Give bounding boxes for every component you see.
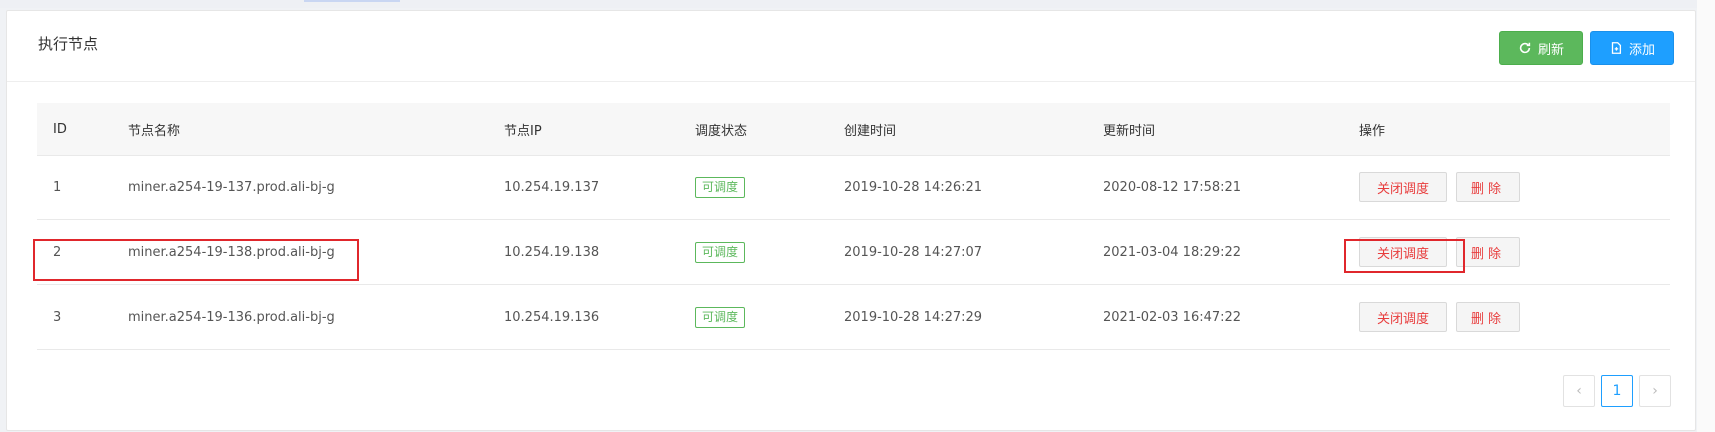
- delete-button[interactable]: 删除: [1456, 172, 1520, 202]
- cell-created: 2019-10-28 14:26:21: [844, 179, 983, 195]
- add-button[interactable]: 添加: [1590, 31, 1674, 65]
- close-schedule-button[interactable]: 关闭调度: [1359, 172, 1447, 202]
- scrollbar-area[interactable]: [1697, 0, 1715, 432]
- cell-name: miner.a254-19-136.prod.ali-bj-g: [128, 309, 335, 325]
- table-row: 3 miner.a254-19-136.prod.ali-bj-g 10.254…: [37, 285, 1670, 350]
- cell-id: 1: [53, 179, 62, 195]
- header-status: 调度状态: [695, 123, 748, 139]
- active-tab-indicator: [304, 0, 400, 2]
- annotation-highlight-node-name: [33, 239, 359, 281]
- header-ops: 操作: [1359, 123, 1386, 139]
- cell-updated: 2020-08-12 17:58:21: [1103, 179, 1242, 195]
- cell-updated: 2021-02-03 16:47:22: [1103, 309, 1242, 325]
- cell-name: miner.a254-19-137.prod.ali-bj-g: [128, 179, 335, 195]
- prev-page-button[interactable]: ‹: [1563, 375, 1595, 407]
- status-badge: 可调度: [695, 176, 746, 198]
- add-label: 添加: [1628, 42, 1655, 58]
- refresh-button[interactable]: 刷新: [1499, 31, 1583, 65]
- cell-ip: 10.254.19.137: [504, 179, 600, 195]
- table-header: ID 节点名称 节点IP 调度状态 创建时间 更新时间 操作: [37, 103, 1670, 156]
- header-ip: 节点IP: [504, 123, 542, 139]
- top-bar: [0, 0, 1715, 8]
- status-badge: 可调度: [695, 306, 746, 328]
- add-document-icon: [1611, 42, 1622, 54]
- cell-updated: 2021-03-04 18:29:22: [1103, 244, 1242, 260]
- header-id: ID: [53, 121, 67, 137]
- refresh-icon: [1519, 42, 1531, 54]
- cell-id: 3: [53, 309, 62, 325]
- header-updated: 更新时间: [1103, 123, 1156, 139]
- table-row: 1 miner.a254-19-137.prod.ali-bj-g 10.254…: [37, 155, 1670, 220]
- status-badge: 可调度: [695, 241, 746, 263]
- header-created: 创建时间: [844, 123, 897, 139]
- cell-created: 2019-10-28 14:27:29: [844, 309, 983, 325]
- panel-header: 执行节点 刷新 添加: [7, 11, 1695, 82]
- annotation-highlight-close-button: [1344, 239, 1465, 273]
- header-name: 节点名称: [128, 123, 181, 139]
- cell-ip: 10.254.19.136: [504, 309, 600, 325]
- cell-status: 可调度: [695, 220, 746, 284]
- cell-status: 可调度: [695, 285, 746, 349]
- delete-button[interactable]: 删除: [1456, 237, 1520, 267]
- delete-button[interactable]: 删除: [1456, 302, 1520, 332]
- page-1-button[interactable]: 1: [1601, 375, 1633, 407]
- page-title: 执行节点: [38, 35, 99, 53]
- cell-status: 可调度: [695, 155, 746, 219]
- cell-ops: 关闭调度 删除: [1359, 155, 1529, 219]
- next-page-button[interactable]: ›: [1639, 375, 1671, 407]
- cell-ip: 10.254.19.138: [504, 244, 600, 260]
- executor-node-panel: 执行节点 刷新 添加 ID 节点名称 节点IP 调度状态 创建时间 更新时间 操…: [6, 10, 1696, 431]
- close-schedule-button[interactable]: 关闭调度: [1359, 302, 1447, 332]
- refresh-label: 刷新: [1537, 42, 1564, 58]
- cell-ops: 关闭调度 删除: [1359, 285, 1529, 349]
- cell-created: 2019-10-28 14:27:07: [844, 244, 983, 260]
